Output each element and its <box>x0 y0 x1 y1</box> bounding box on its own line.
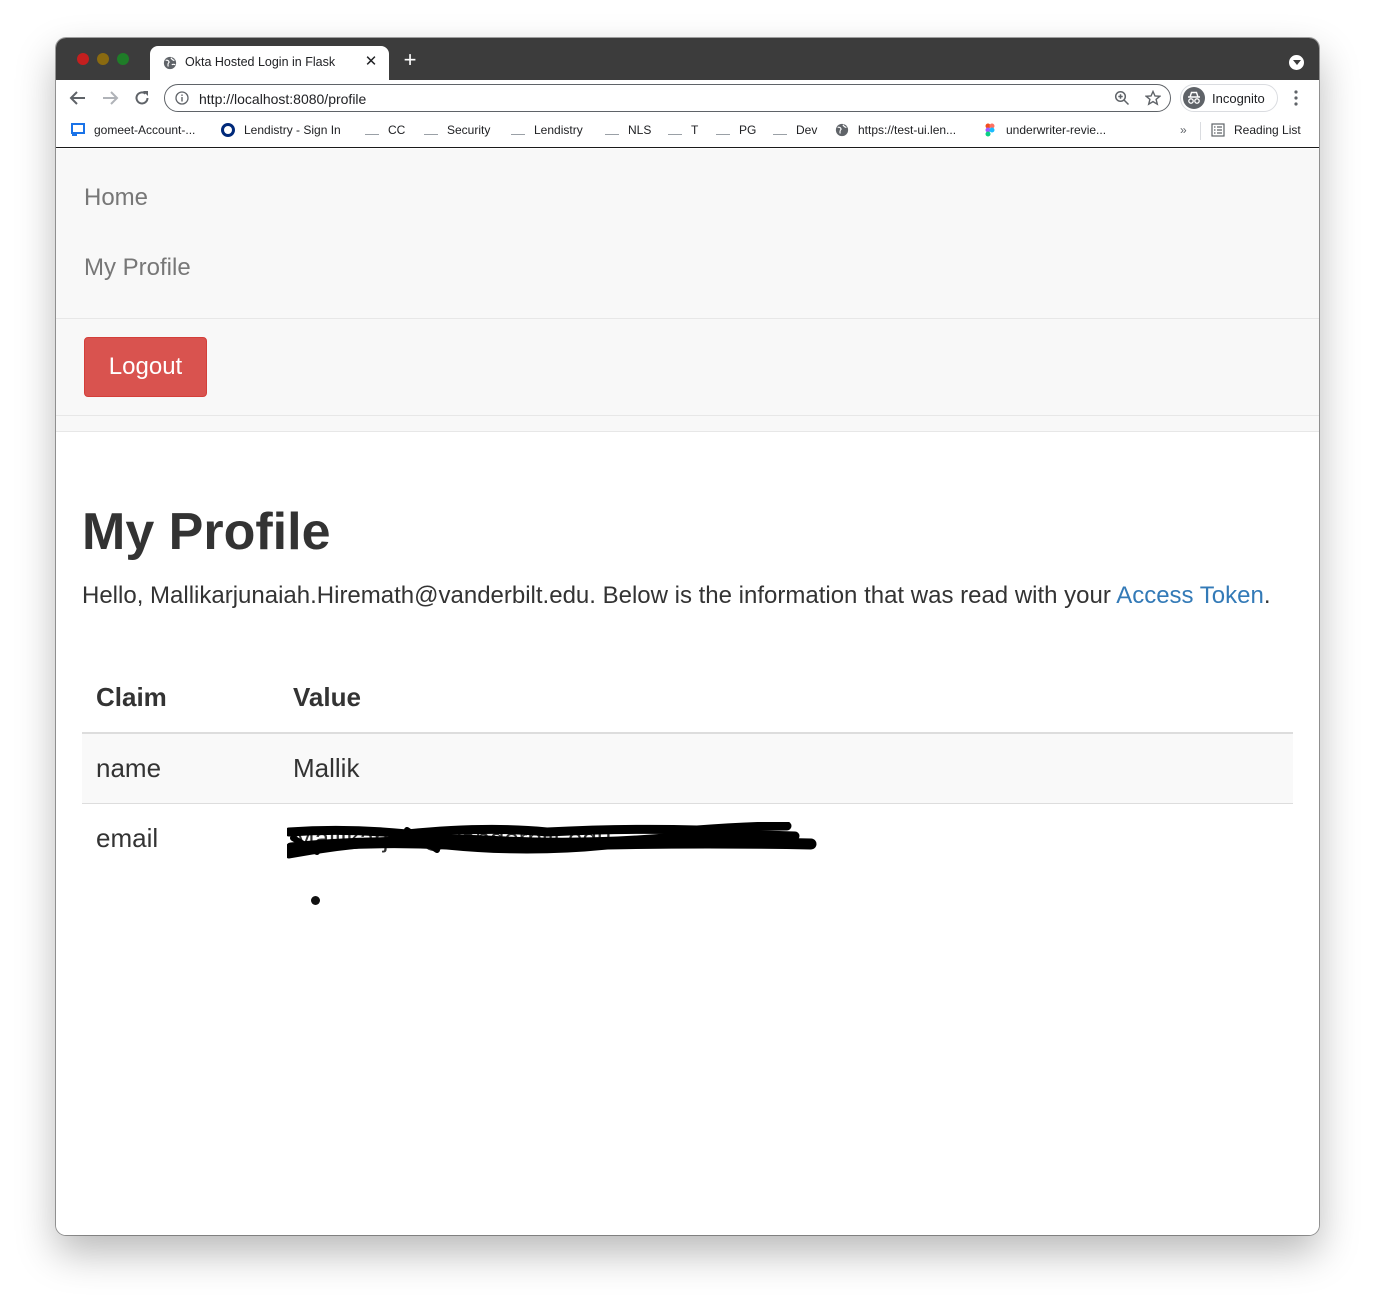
folder-icon <box>511 125 525 135</box>
bookmark-folder[interactable]: Dev <box>773 123 817 137</box>
bookmark-folder[interactable]: Security <box>424 123 490 137</box>
folder-icon <box>365 125 379 135</box>
claim-value: Mallik <box>279 732 1293 803</box>
site-navbar: Home My Profile Logout <box>56 149 1319 432</box>
access-token-link[interactable]: Access Token <box>1116 582 1264 609</box>
browser-toolbar: http://localhost:8080/profile Incognito <box>56 80 1319 116</box>
claim-name: name <box>82 732 279 803</box>
nav-link-home[interactable]: Home <box>84 184 148 212</box>
intro-prefix: Hello, Mallikarjunaiah.Hiremath@vanderbi… <box>82 582 1117 609</box>
intro-suffix: . <box>1263 582 1271 609</box>
claim-value-cell: Mallikarj… @vanderbilt.edu <box>279 802 1293 873</box>
folder-icon <box>773 125 787 135</box>
bookmark-item[interactable]: https://test-ui.len... <box>835 123 956 137</box>
bookmark-folder[interactable]: T <box>668 123 698 137</box>
claims-table: Claim Value name Mallik email Mallikarj…… <box>82 663 1293 873</box>
close-tab-icon[interactable]: ✕ <box>361 52 381 72</box>
globe-icon <box>835 123 849 137</box>
tab-strip: Okta Hosted Login in Flask ✕ + <box>56 38 1319 80</box>
bookmark-folder[interactable]: NLS <box>605 123 651 137</box>
bookmark-folder[interactable]: CC <box>365 123 405 137</box>
folder-icon <box>668 125 682 135</box>
new-tab-icon[interactable]: + <box>400 49 420 71</box>
page-title: My Profile <box>82 503 331 561</box>
okta-icon <box>221 123 235 137</box>
back-arrow-icon[interactable] <box>66 86 90 110</box>
nav-link-my-profile[interactable]: My Profile <box>84 254 191 282</box>
tab-active[interactable]: Okta Hosted Login in Flask ✕ <box>150 46 389 80</box>
zoom-icon[interactable] <box>1114 90 1130 106</box>
profile-button[interactable]: Incognito <box>1180 84 1278 112</box>
claim-name: email <box>82 802 279 873</box>
bookmark-folder[interactable]: PG <box>716 123 756 137</box>
minimize-window-button[interactable] <box>97 53 109 65</box>
forward-arrow-icon[interactable] <box>98 86 122 110</box>
folder-icon <box>605 125 619 135</box>
bookmark-folder[interactable]: Lendistry <box>511 123 583 137</box>
close-window-button[interactable] <box>77 53 89 65</box>
bookmarks-divider <box>1200 122 1201 140</box>
bookmarks-bar: gomeet-Account-... Lendistry - Sign In C… <box>56 116 1319 148</box>
navbar-divider <box>56 415 1319 416</box>
list-bullet <box>311 896 320 905</box>
redaction-scribble <box>287 821 817 858</box>
table-row: email Mallikarj… @vanderbilt.edu <box>82 802 1293 873</box>
reading-list-icon <box>1211 123 1225 137</box>
reload-icon[interactable] <box>130 86 154 110</box>
figma-icon <box>985 123 995 137</box>
more-menu-icon[interactable] <box>1288 88 1304 108</box>
navbar-divider <box>56 318 1319 319</box>
folder-icon <box>424 125 438 135</box>
table-row: name Mallik <box>82 732 1293 803</box>
globe-icon <box>163 56 177 70</box>
gomeet-icon <box>71 123 85 136</box>
address-bar[interactable]: http://localhost:8080/profile <box>164 84 1171 112</box>
browser-window: Okta Hosted Login in Flask ✕ + http://lo… <box>56 38 1319 1235</box>
bookmark-item[interactable]: Lendistry - Sign In <box>221 123 341 137</box>
column-header-value: Value <box>279 663 1293 734</box>
bookmark-item[interactable]: underwriter-revie... <box>983 123 1106 137</box>
url-text: http://localhost:8080/profile <box>199 91 367 107</box>
site-info-icon[interactable] <box>175 91 189 105</box>
bookmark-star-icon[interactable] <box>1145 90 1161 106</box>
page-content: Home My Profile Logout My Profile Hello,… <box>56 149 1319 1235</box>
folder-icon <box>716 125 730 135</box>
reading-list-button[interactable]: Reading List <box>1211 123 1301 137</box>
maximize-window-button[interactable] <box>117 53 129 65</box>
tab-title: Okta Hosted Login in Flask <box>185 55 336 69</box>
intro-text: Hello, Mallikarjunaiah.Hiremath@vanderbi… <box>82 578 1287 613</box>
profile-label: Incognito <box>1212 91 1265 106</box>
bookmark-item[interactable]: gomeet-Account-... <box>71 123 195 137</box>
logout-button[interactable]: Logout <box>84 337 207 397</box>
table-header-row: Claim Value <box>82 663 1293 734</box>
more-bookmarks-icon[interactable]: » <box>1180 123 1187 137</box>
incognito-icon <box>1183 87 1205 109</box>
tab-search-icon[interactable] <box>1289 55 1304 70</box>
column-header-claim: Claim <box>82 663 279 734</box>
